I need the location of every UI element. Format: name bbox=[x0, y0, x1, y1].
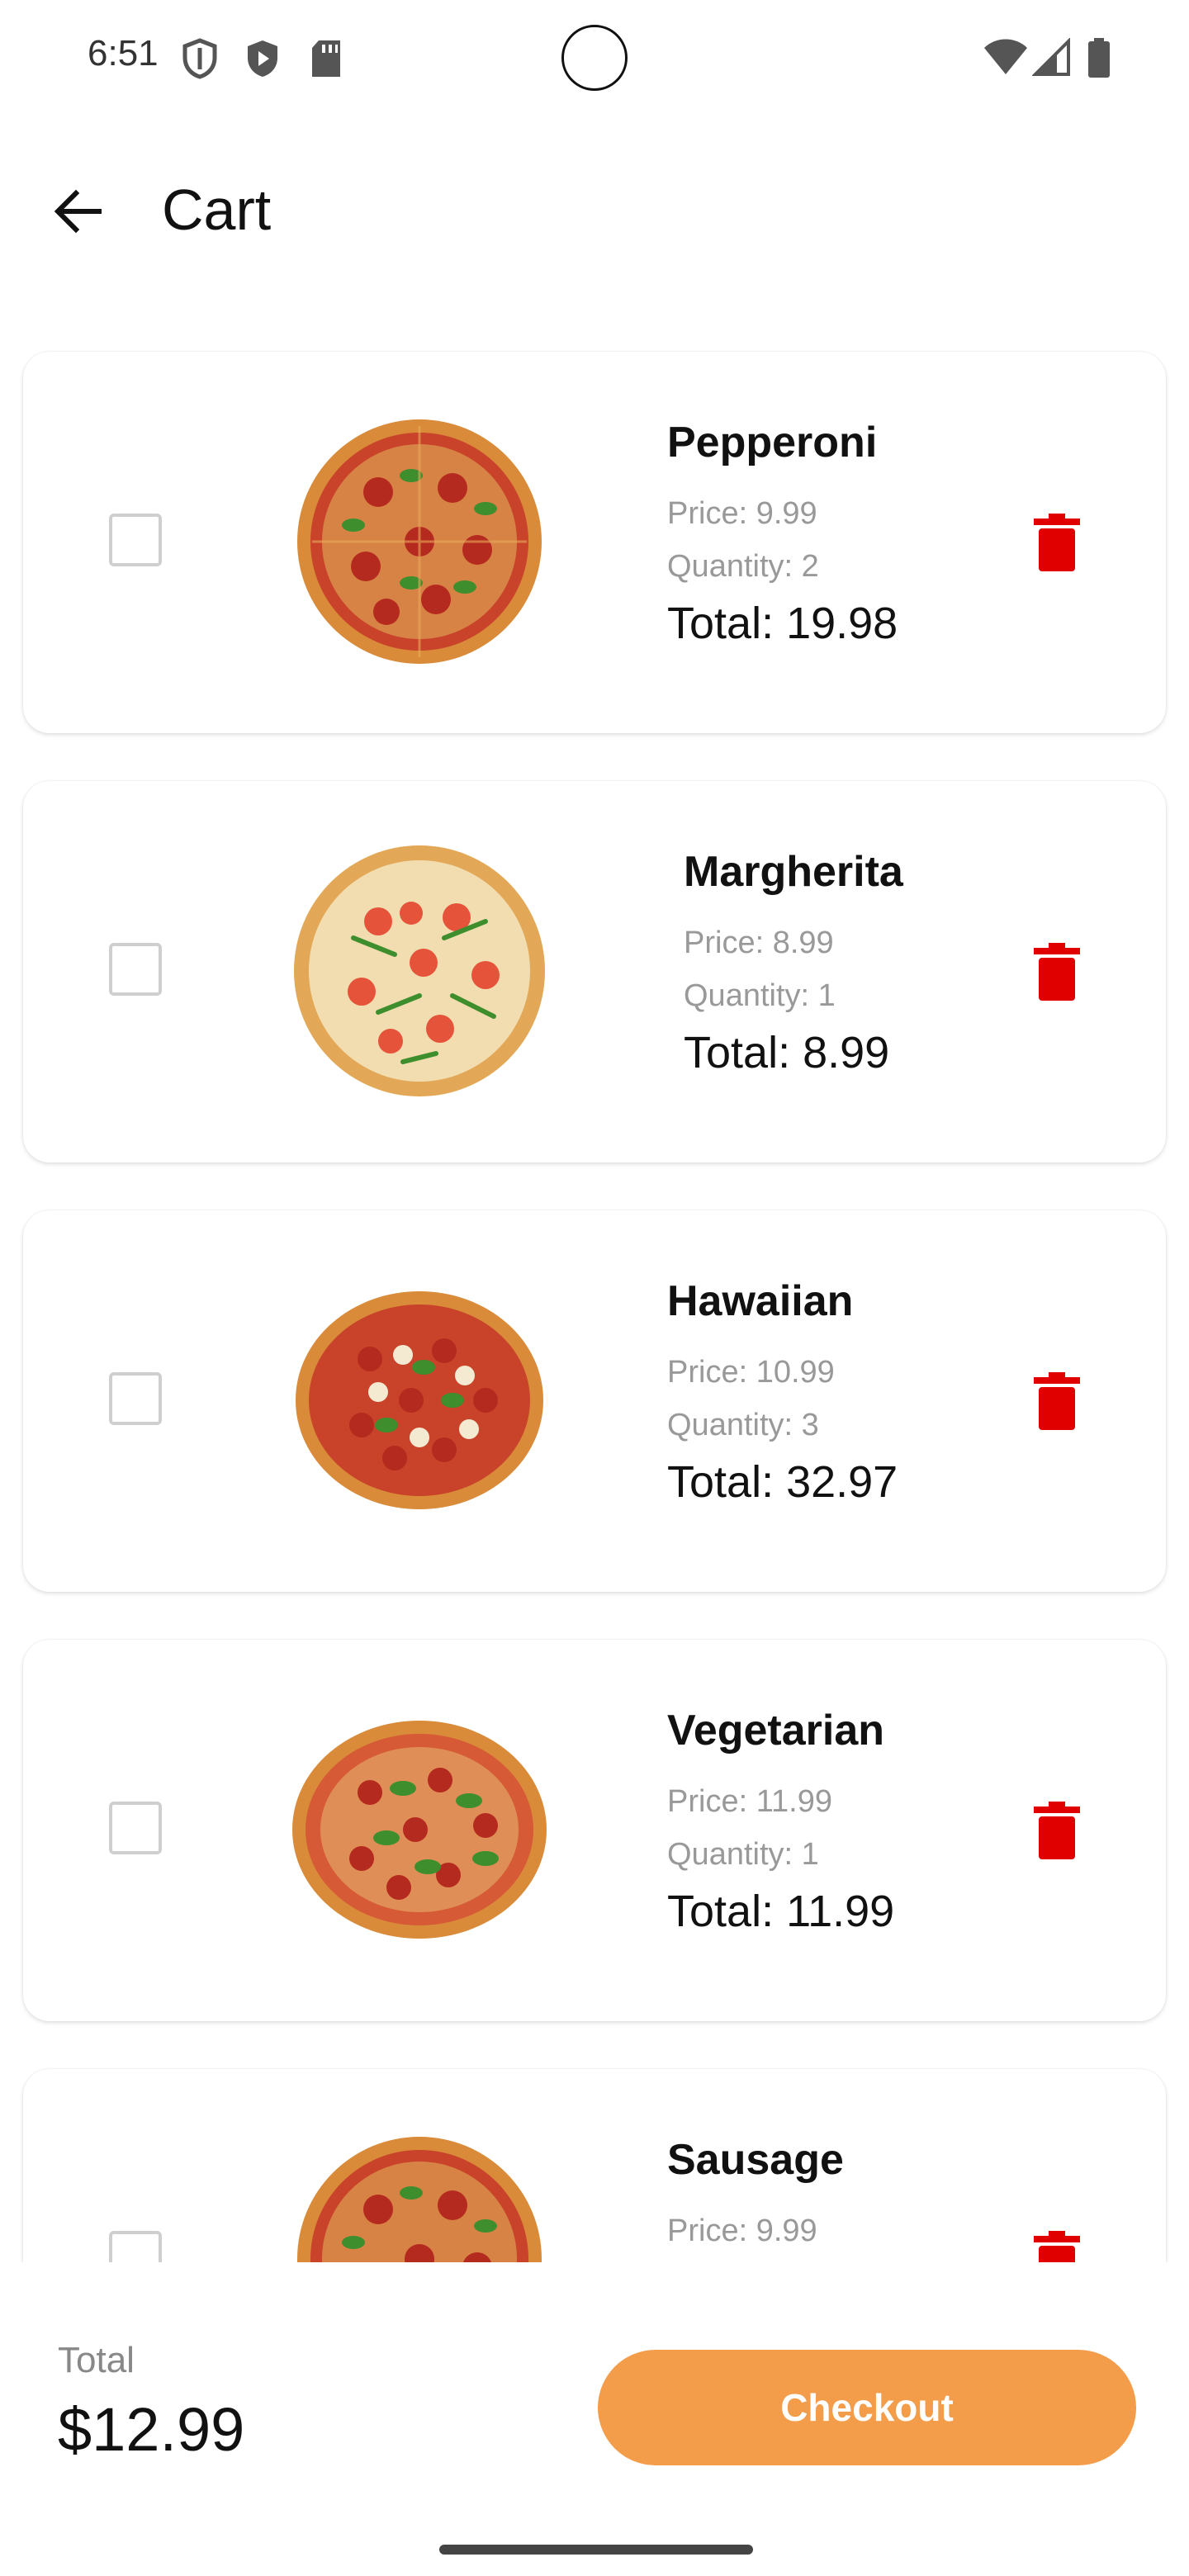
gesture-home-bar[interactable] bbox=[439, 2545, 753, 2555]
select-item-checkbox[interactable] bbox=[109, 2231, 162, 2262]
play-protect-icon bbox=[248, 40, 277, 77]
select-item-checkbox[interactable] bbox=[109, 514, 162, 566]
item-info: Sausage Price: 9.99 bbox=[667, 2135, 997, 2262]
checkout-button[interactable]: Checkout bbox=[598, 2350, 1136, 2465]
cart-item-card[interactable]: Hawaiian Price: 10.99 Quantity: 3 Total:… bbox=[23, 1210, 1166, 1592]
item-total: Total: 8.99 bbox=[684, 1028, 890, 1077]
select-item-checkbox[interactable] bbox=[109, 1372, 162, 1425]
item-quantity: Quantity: 1 bbox=[684, 978, 836, 1013]
page-title: Cart bbox=[162, 178, 272, 242]
pepperoni-pizza-image bbox=[297, 419, 542, 664]
checkout-bar: Total $12.99 Checkout bbox=[0, 2262, 1189, 2576]
cart-list[interactable]: Pepperoni Price: 9.99 Quantity: 2 Total:… bbox=[0, 330, 1189, 2262]
shield-icon bbox=[182, 38, 217, 79]
item-quantity: Quantity: 3 bbox=[667, 1408, 819, 1442]
front-camera bbox=[561, 25, 628, 91]
total-amount: $12.99 bbox=[58, 2395, 245, 2464]
delete-icon[interactable] bbox=[1030, 1371, 1083, 1432]
item-price: Price: 10.99 bbox=[667, 1355, 835, 1390]
delete-icon[interactable] bbox=[1030, 1800, 1083, 1861]
cart-item-card[interactable]: Sausage Price: 9.99 bbox=[23, 2069, 1166, 2262]
item-price: Price: 9.99 bbox=[667, 2214, 817, 2248]
battery-icon bbox=[1088, 38, 1110, 78]
total-label: Total bbox=[58, 2340, 135, 2380]
sd-card-icon bbox=[312, 40, 340, 77]
delete-icon[interactable] bbox=[1030, 512, 1083, 573]
item-name: Pepperoni bbox=[667, 419, 878, 466]
item-quantity: Quantity: 1 bbox=[667, 1837, 819, 1872]
item-price: Price: 11.99 bbox=[667, 1784, 832, 1819]
item-info: Vegetarian Price: 11.99 Quantity: 1 Tota… bbox=[667, 1706, 997, 1937]
cellular-signal-icon bbox=[1032, 38, 1070, 76]
item-info: Pepperoni Price: 9.99 Quantity: 2 Total:… bbox=[667, 418, 997, 649]
sausage-pizza-image bbox=[297, 2137, 542, 2262]
cart-item-card[interactable]: Margherita Price: 8.99 Quantity: 1 Total… bbox=[23, 781, 1166, 1163]
back-arrow-icon[interactable] bbox=[51, 185, 104, 238]
item-price: Price: 9.99 bbox=[667, 496, 817, 531]
delete-icon[interactable] bbox=[1030, 941, 1083, 1002]
item-total: Total: 19.98 bbox=[667, 599, 898, 648]
status-time: 6:51 bbox=[88, 33, 159, 73]
item-name: Hawaiian bbox=[667, 1277, 854, 1325]
cart-item-card[interactable]: Pepperoni Price: 9.99 Quantity: 2 Total:… bbox=[23, 352, 1166, 733]
item-total: Total: 11.99 bbox=[667, 1887, 895, 1936]
item-name: Sausage bbox=[667, 2136, 844, 2184]
margherita-pizza-image bbox=[294, 845, 545, 1096]
select-item-checkbox[interactable] bbox=[109, 1802, 162, 1854]
item-name: Vegetarian bbox=[667, 1707, 885, 1754]
app-bar: Cart bbox=[0, 149, 1189, 272]
item-info: Margherita Price: 8.99 Quantity: 1 Total… bbox=[684, 847, 1014, 1078]
delete-icon[interactable] bbox=[1030, 2229, 1083, 2262]
wifi-icon bbox=[984, 39, 1027, 74]
cart-item-card[interactable]: Vegetarian Price: 11.99 Quantity: 1 Tota… bbox=[23, 1640, 1166, 2021]
select-item-checkbox[interactable] bbox=[109, 943, 162, 996]
item-total: Total: 32.97 bbox=[667, 1457, 898, 1507]
item-info: Hawaiian Price: 10.99 Quantity: 3 Total:… bbox=[667, 1276, 997, 1508]
vegetarian-pizza-image bbox=[292, 1721, 547, 1939]
item-price: Price: 8.99 bbox=[684, 926, 834, 960]
item-quantity: Quantity: 2 bbox=[667, 549, 819, 584]
item-name: Margherita bbox=[684, 848, 903, 896]
status-bar: 6:51 bbox=[0, 0, 1189, 116]
hawaiian-pizza-image bbox=[296, 1291, 543, 1509]
